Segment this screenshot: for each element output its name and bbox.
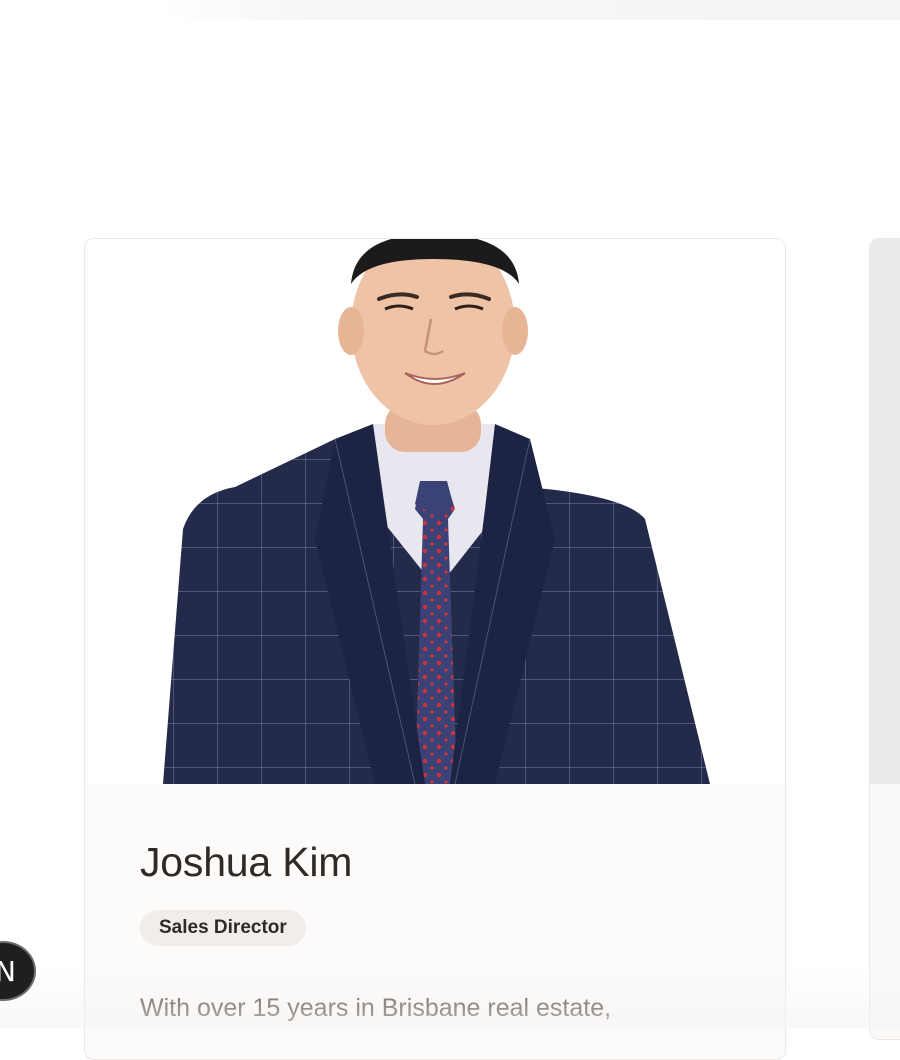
agent-role-badge: Sales Director — [140, 910, 306, 946]
header-strip — [160, 0, 900, 20]
nextjs-dev-badge[interactable]: N — [0, 941, 36, 1001]
next-agent-photo — [870, 239, 900, 784]
agent-bio: With over 15 years in Brisbane real esta… — [140, 994, 612, 1022]
agent-card[interactable]: Joshua Kim Sales Director With over 15 y… — [84, 238, 786, 1060]
next-agent-card[interactable] — [869, 238, 900, 1040]
agent-photo — [85, 239, 785, 784]
agent-name: Joshua Kim — [140, 839, 353, 885]
nextjs-logo-icon: N — [0, 954, 16, 988]
